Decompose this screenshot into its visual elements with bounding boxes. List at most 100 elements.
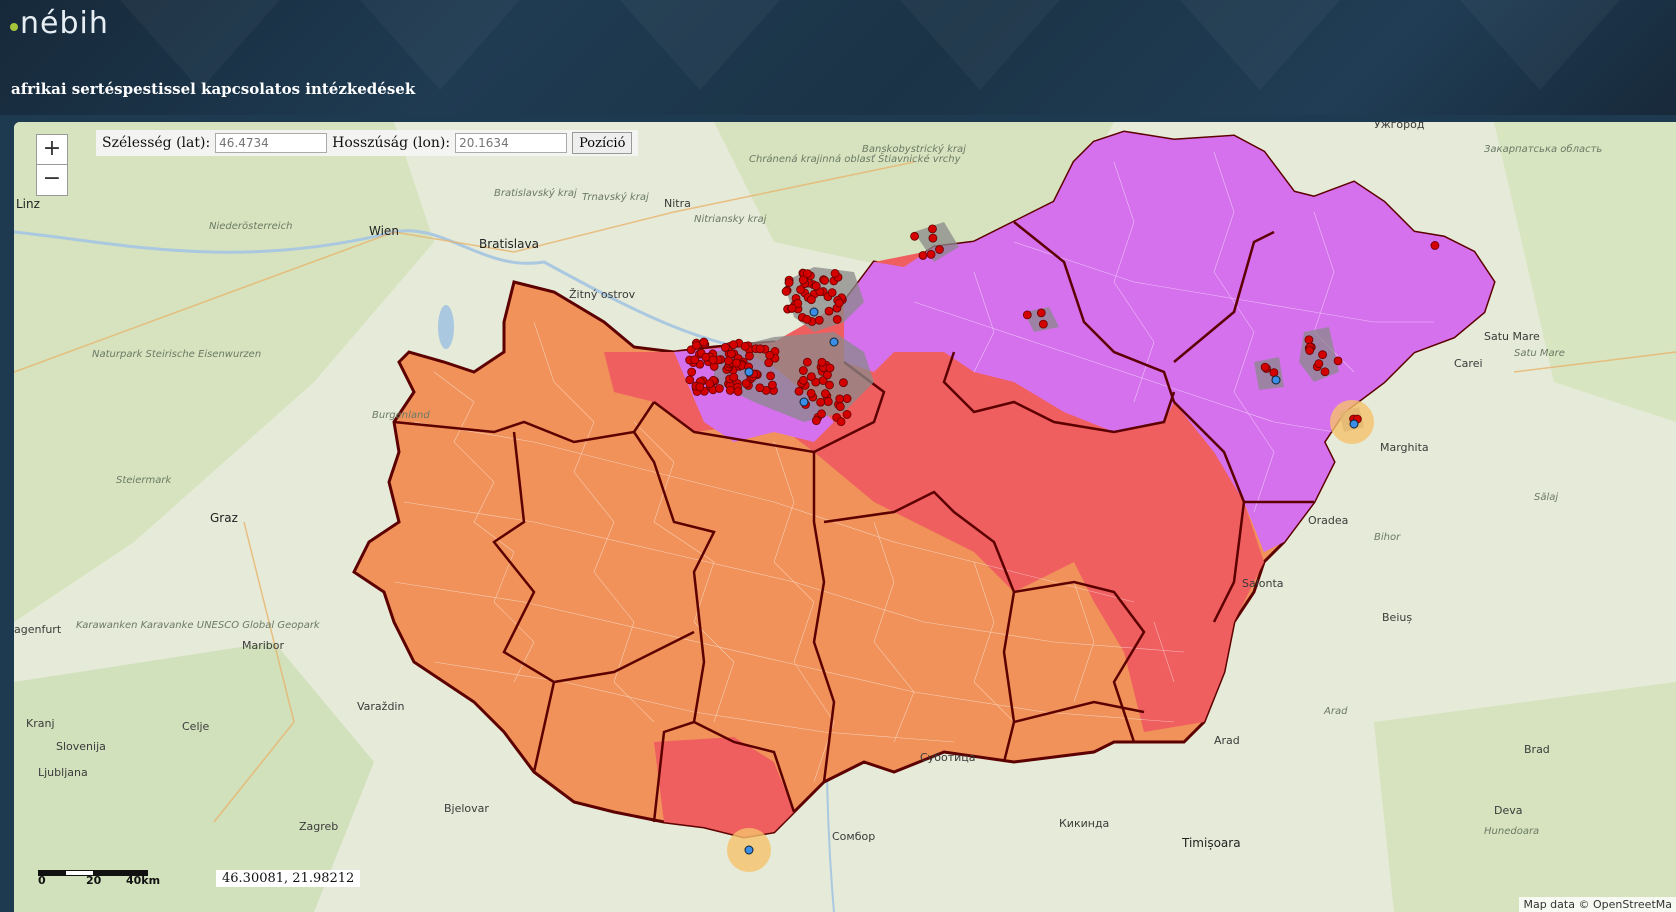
outbreak-marker[interactable] <box>798 275 808 285</box>
outbreak-marker[interactable] <box>842 394 852 403</box>
outbreak-marker[interactable] <box>766 371 775 381</box>
outbreak-marker[interactable] <box>1038 319 1048 329</box>
outbreak-marker[interactable] <box>935 245 944 254</box>
outbreak-marker[interactable] <box>720 343 730 352</box>
lon-label: Hosszúság (lon): <box>332 135 451 151</box>
outbreak-marker[interactable] <box>1305 346 1315 355</box>
outbreak-marker[interactable] <box>741 379 751 388</box>
wild-boar-marker[interactable] <box>744 845 754 855</box>
wild-boar-marker[interactable] <box>809 307 819 317</box>
outbreak-marker[interactable] <box>1314 359 1324 368</box>
outbreak-marker[interactable] <box>802 357 812 367</box>
outbreak-marker[interactable] <box>842 410 852 419</box>
outbreak-marker[interactable] <box>699 337 709 347</box>
outbreak-marker[interactable] <box>1022 310 1032 320</box>
outbreak-marker[interactable] <box>732 358 741 368</box>
outbreak-marker[interactable] <box>687 367 697 377</box>
outbreak-marker[interactable] <box>839 378 848 388</box>
zoom-out-button[interactable]: − <box>36 164 68 196</box>
outbreak-marker[interactable] <box>1269 368 1279 378</box>
outbreak-marker[interactable] <box>715 384 724 393</box>
outbreak-marker[interactable] <box>825 363 835 373</box>
outbreak-marker[interactable] <box>784 278 794 287</box>
wild-boar-marker[interactable] <box>1271 375 1281 385</box>
lon-input[interactable] <box>455 133 568 153</box>
header-pattern <box>1460 0 1620 90</box>
outbreak-marker[interactable] <box>799 375 808 385</box>
outbreak-marker[interactable] <box>798 366 808 375</box>
outbreak-marker[interactable] <box>806 388 816 398</box>
outbreak-marker[interactable] <box>918 251 928 260</box>
outbreak-marker[interactable] <box>701 352 711 362</box>
outbreak-marker[interactable] <box>806 295 816 305</box>
wild-boar-marker[interactable] <box>799 397 809 407</box>
scale-label-zero: 0 <box>38 874 46 887</box>
outbreak-marker[interactable] <box>811 281 821 291</box>
outbreak-marker[interactable] <box>814 315 824 325</box>
outbreak-marker[interactable] <box>705 379 715 388</box>
outbreak-marker[interactable] <box>787 303 797 313</box>
outbreak-marker[interactable] <box>708 355 718 365</box>
outbreak-marker[interactable] <box>832 314 842 324</box>
outbreak-marker[interactable] <box>827 288 837 298</box>
outbreak-marker[interactable] <box>817 409 826 419</box>
position-button[interactable]: Pozíció <box>572 132 633 154</box>
outbreak-marker[interactable] <box>685 375 695 385</box>
outbreak-marker[interactable] <box>910 231 919 241</box>
outbreak-marker[interactable] <box>806 372 816 382</box>
outbreak-marker[interactable] <box>835 402 845 411</box>
wild-boar-marker[interactable] <box>1349 419 1359 429</box>
outbreak-marker[interactable] <box>820 276 830 285</box>
map-canvas[interactable]: Linz Wien Bratislava Graz Maribor Sloven… <box>14 122 1676 912</box>
map-attribution[interactable]: Map data © OpenStreetMa <box>1519 897 1676 912</box>
zoom-in-button[interactable]: + <box>36 134 68 166</box>
region-label: Закарпатська область <box>1484 143 1602 155</box>
outbreak-marker[interactable] <box>690 355 700 365</box>
lat-input[interactable] <box>215 133 328 153</box>
outbreak-marker[interactable] <box>823 397 833 407</box>
outbreak-marker[interactable] <box>768 380 777 390</box>
outbreak-marker[interactable] <box>817 357 827 367</box>
place-label: Суботица <box>920 751 976 764</box>
outbreak-marker[interactable] <box>724 356 733 366</box>
outbreak-marker[interactable] <box>733 387 743 396</box>
outbreak-marker[interactable] <box>1320 367 1330 377</box>
outbreak-marker[interactable] <box>1318 350 1327 360</box>
outbreak-marker[interactable] <box>729 340 738 350</box>
outbreak-marker[interactable] <box>764 358 774 368</box>
outbreak-marker[interactable] <box>816 397 826 407</box>
outbreak-marker[interactable] <box>1260 362 1270 372</box>
outbreak-marker[interactable] <box>729 372 739 382</box>
outbreak-marker[interactable] <box>1430 241 1440 250</box>
outbreak-marker[interactable] <box>811 416 821 426</box>
outbreak-marker[interactable] <box>692 341 701 350</box>
outbreak-marker[interactable] <box>928 233 938 243</box>
outbreak-marker[interactable] <box>830 269 840 278</box>
place-label: Сомбор <box>832 830 875 843</box>
outbreak-marker[interactable] <box>835 394 845 404</box>
outbreak-marker[interactable] <box>1036 308 1046 318</box>
nebih-logo[interactable]: nébih <box>10 6 109 41</box>
wild-boar-marker[interactable] <box>829 337 839 347</box>
outbreak-marker[interactable] <box>725 385 735 395</box>
outbreak-marker[interactable] <box>796 285 805 295</box>
outbreak-marker[interactable] <box>1304 335 1314 345</box>
outbreak-marker[interactable] <box>820 389 830 399</box>
outbreak-marker[interactable] <box>1333 356 1343 366</box>
outbreak-marker[interactable] <box>695 382 705 392</box>
outbreak-marker[interactable] <box>824 306 834 316</box>
outbreak-marker[interactable] <box>928 224 937 234</box>
map-view[interactable]: Linz Wien Bratislava Graz Maribor Sloven… <box>14 122 1676 912</box>
outbreak-marker[interactable] <box>755 344 765 354</box>
outbreak-marker[interactable] <box>781 287 791 296</box>
outbreak-marker[interactable] <box>740 341 750 351</box>
outbreak-marker[interactable] <box>836 417 846 427</box>
outbreak-marker[interactable] <box>802 314 812 324</box>
outbreak-marker[interactable] <box>755 383 765 393</box>
outbreak-marker[interactable] <box>926 250 936 259</box>
outbreak-marker[interactable] <box>794 386 804 396</box>
outbreak-marker[interactable] <box>834 298 844 308</box>
outbreak-marker[interactable] <box>745 351 754 361</box>
header-pattern <box>620 0 780 90</box>
wild-boar-marker[interactable] <box>744 367 754 377</box>
